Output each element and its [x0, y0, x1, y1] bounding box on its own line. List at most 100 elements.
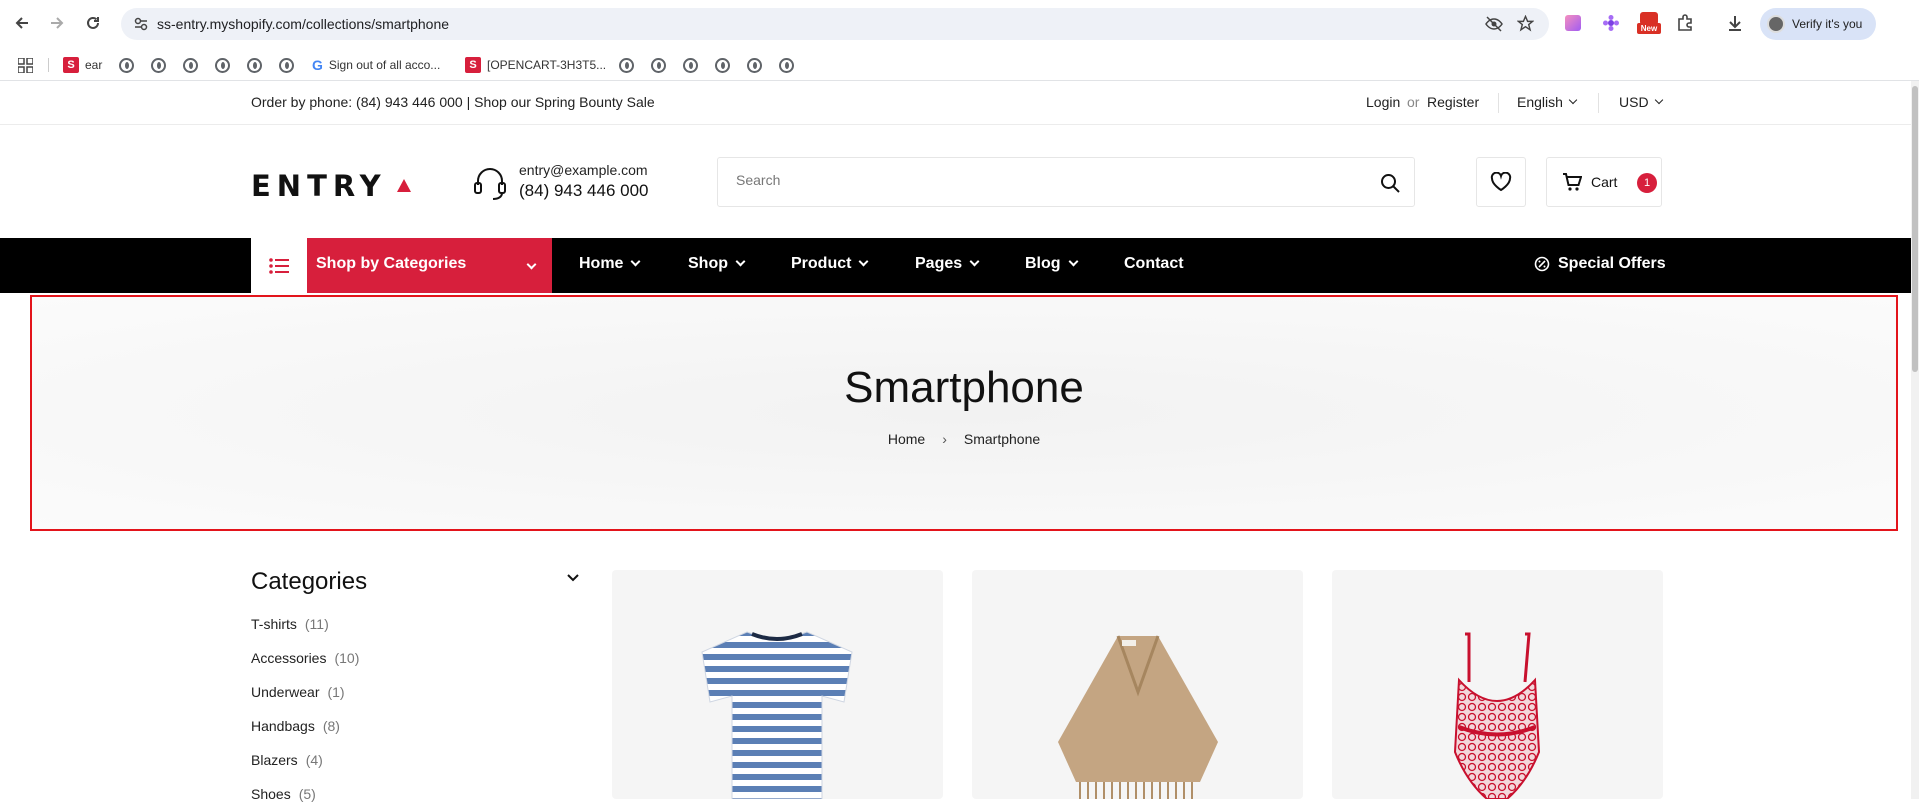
register-link[interactable]: Register [1427, 94, 1479, 110]
currency-selector[interactable]: USD [1619, 94, 1663, 110]
bookmark-ear[interactable]: S ear [63, 56, 102, 74]
category-name: Accessories [251, 650, 327, 666]
language-selector[interactable]: English [1517, 94, 1578, 110]
wishlist-button[interactable] [1476, 157, 1526, 207]
categories-heading: Categories [251, 568, 368, 595]
contact-phone[interactable]: (84) 943 446 000 [519, 181, 649, 201]
category-item[interactable]: Underwear (1) [251, 684, 345, 700]
profile-button[interactable]: Verify it's you [1760, 8, 1876, 40]
search-form [717, 157, 1415, 207]
category-count: (8) [322, 718, 340, 734]
bookmark-globe-1[interactable] [119, 56, 134, 74]
contact-email[interactable]: entry@example.com [519, 162, 648, 178]
eye-slash-icon [1485, 16, 1503, 32]
forward-arrow-icon [51, 17, 64, 29]
page-scrollbar-thumb[interactable] [1912, 86, 1918, 372]
bookmark-google-signout[interactable]: G Sign out of all acco... [312, 56, 440, 74]
search-input[interactable] [736, 172, 1336, 188]
bookmark-google-label: Sign out of all acco... [328, 58, 441, 72]
site-info-icon [134, 17, 148, 31]
category-name: Blazers [251, 752, 298, 768]
extension-gradient-icon[interactable] [1562, 12, 1584, 34]
page-title: Smartphone [844, 363, 1084, 412]
reload-button[interactable] [82, 12, 104, 34]
url-text: ss-entry.myshopify.com/collections/smart… [157, 16, 450, 32]
cart-button[interactable]: Cart 1 [1546, 157, 1662, 207]
s-logo-icon: S [63, 57, 79, 73]
chevron-down-icon [631, 256, 641, 267]
back-button[interactable] [11, 12, 33, 34]
breadcrumb-home[interactable]: Home [888, 431, 925, 447]
globe-icon [779, 57, 794, 73]
menu-toggle-button[interactable] [251, 238, 307, 293]
product-card-poncho[interactable] [972, 570, 1303, 799]
bookmark-globe-11[interactable] [747, 56, 762, 74]
new-badge: New [1637, 23, 1661, 34]
globe-icon [183, 57, 198, 73]
globe-icon [619, 57, 634, 73]
extension-flower-icon[interactable] [1600, 12, 1622, 34]
entry-logo[interactable]: ENTRY [251, 169, 387, 203]
download-icon[interactable] [1724, 12, 1746, 34]
bookmark-opencart[interactable]: S [OPENCART-3H3T5... [465, 56, 606, 74]
discount-badge-icon [1534, 256, 1550, 272]
nav-shop-label: Shop [688, 255, 728, 272]
announcement-bar: Order by phone: (84) 943 446 000 | Shop … [0, 81, 1911, 125]
bookmark-globe-7[interactable] [619, 56, 634, 74]
nav-home[interactable]: Home [579, 255, 641, 273]
or-text: or [1407, 94, 1420, 110]
chevron-down-icon [969, 256, 980, 267]
breadcrumb-separator: › [942, 431, 947, 447]
product-card-tshirt[interactable] [612, 570, 943, 799]
poncho-image [1058, 635, 1218, 799]
bookmark-globe-6[interactable] [279, 56, 294, 74]
category-count: (11) [304, 616, 329, 632]
category-count: (10) [334, 650, 360, 666]
bookmark-globe-4[interactable] [215, 56, 230, 74]
bookmark-globe-10[interactable] [715, 56, 730, 74]
category-name: Handbags [251, 718, 315, 734]
globe-icon [715, 57, 730, 73]
shop-by-categories-button[interactable]: Shop by Categories [307, 238, 552, 293]
forward-button[interactable] [46, 12, 68, 34]
nav-blog-label: Blog [1025, 255, 1061, 272]
bookmark-globe-3[interactable] [183, 56, 198, 74]
special-offers-link[interactable]: Special Offers [1534, 255, 1666, 273]
nav-product[interactable]: Product [791, 255, 869, 273]
browser-toolbar: ss-entry.myshopify.com/collections/smart… [0, 0, 1919, 47]
cart-icon [1563, 173, 1582, 191]
heart-icon [1490, 172, 1512, 192]
bookmark-globe-12[interactable] [779, 56, 794, 74]
category-item[interactable]: Shoes (5) [251, 786, 316, 802]
category-count: (1) [327, 684, 345, 700]
chevron-down-icon [1568, 95, 1578, 104]
category-item[interactable]: T-shirts (11) [251, 616, 329, 632]
bookmark-globe-9[interactable] [683, 56, 698, 74]
breadcrumb: Home › Smartphone [32, 431, 1896, 447]
product-card-bodysuit[interactable] [1332, 570, 1663, 799]
nav-blog[interactable]: Blog [1025, 255, 1078, 273]
bookmark-globe-2[interactable] [151, 56, 166, 74]
address-bar[interactable]: ss-entry.myshopify.com/collections/smart… [121, 8, 1549, 40]
chevron-down-icon[interactable] [567, 574, 579, 582]
category-item[interactable]: Blazers (4) [251, 752, 323, 768]
category-item[interactable]: Accessories (10) [251, 650, 359, 666]
s-logo-icon: S [465, 57, 481, 73]
login-link[interactable]: Login [1366, 94, 1400, 110]
extensions-puzzle-icon[interactable] [1674, 12, 1696, 34]
extension-new-icon[interactable]: New [1636, 12, 1662, 34]
globe-icon [119, 57, 134, 73]
globe-icon [279, 57, 294, 73]
globe-icon [651, 57, 666, 73]
nav-shop[interactable]: Shop [688, 255, 746, 273]
bookmark-globe-8[interactable] [651, 56, 666, 74]
search-icon[interactable] [1380, 173, 1400, 193]
topbar-divider [1498, 93, 1499, 113]
apps-grid-icon[interactable] [18, 56, 33, 74]
bookmark-globe-5[interactable] [247, 56, 262, 74]
category-item[interactable]: Handbags (8) [251, 718, 340, 734]
nav-contact[interactable]: Contact [1124, 255, 1184, 273]
nav-pages[interactable]: Pages [915, 255, 980, 273]
chevron-down-icon [735, 256, 746, 267]
headset-icon [474, 168, 506, 200]
